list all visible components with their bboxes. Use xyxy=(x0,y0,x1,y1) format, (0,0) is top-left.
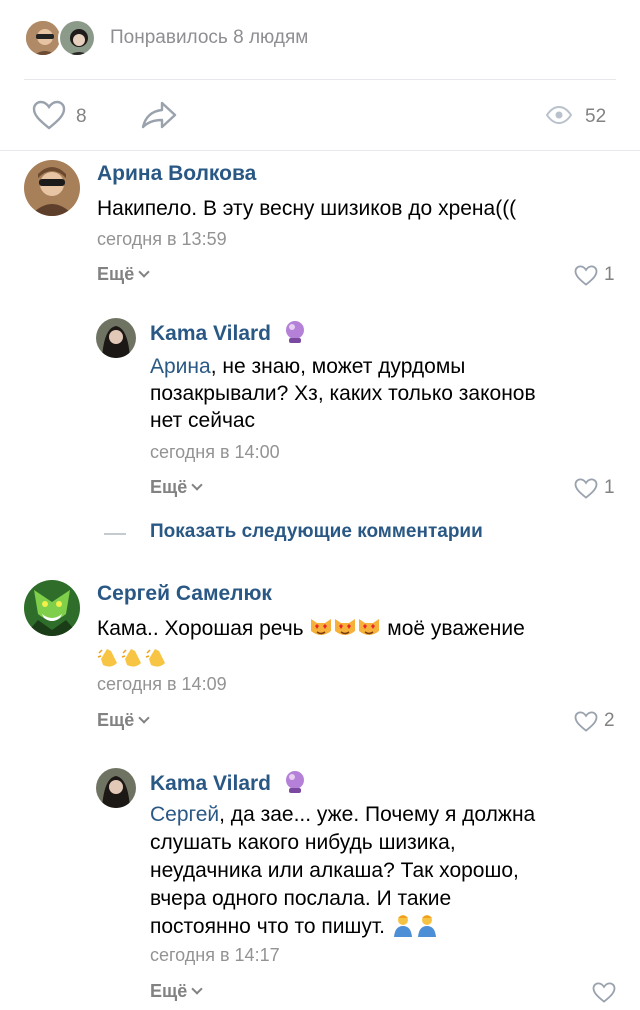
text-line: , не знаю, может дурдомы xyxy=(210,355,466,378)
text-part: Кама.. Хорошая речь xyxy=(97,617,310,640)
more-button[interactable]: Ещё xyxy=(97,264,150,285)
comment-like-button[interactable]: 1 xyxy=(574,264,615,286)
eye-icon xyxy=(545,105,573,129)
comment-text: Арина, не знаю, может дурдомы позакрывал… xyxy=(150,353,620,434)
comment-reply: Kama Vilard Сергей, да зае... уже. Почем… xyxy=(0,750,640,1010)
author-name: Kama Vilard xyxy=(150,772,272,795)
comment-like-button[interactable]: 1 xyxy=(574,477,615,499)
liker-avatar xyxy=(24,19,62,57)
heart-icon xyxy=(574,264,598,286)
heart-icon xyxy=(592,982,616,1003)
show-more-comments-link[interactable]: Показать следующие комментарии xyxy=(150,521,483,543)
comment-text: Накипело. В эту весну шизиков до хрена((… xyxy=(97,197,517,220)
heart-icon[interactable] xyxy=(32,100,66,135)
likes-summary[interactable]: Понравилось 8 людям xyxy=(0,0,640,80)
avatar[interactable] xyxy=(24,580,80,636)
chevron-down-icon xyxy=(191,983,203,995)
more-label: Ещё xyxy=(150,981,188,1001)
comment-author[interactable]: Kama Vilard xyxy=(150,770,307,796)
text-line: постоянно что то пишут. xyxy=(150,915,391,938)
views-count: 52 xyxy=(585,106,607,127)
crystal-ball-emoji xyxy=(285,771,304,793)
crystal-ball-emoji xyxy=(285,321,304,343)
comment-author[interactable]: Kama Vilard xyxy=(150,320,307,346)
more-label: Ещё xyxy=(97,264,135,284)
comment-text: Кама.. Хорошая речь моё уважение xyxy=(97,614,617,674)
text-line: , да зае... уже. Почему я должна xyxy=(219,803,536,826)
person-emoji xyxy=(417,915,436,937)
avatar[interactable] xyxy=(24,160,80,216)
share-icon[interactable] xyxy=(140,100,178,135)
heart-icon xyxy=(574,710,598,732)
text-line: вчера одного послала. И такие xyxy=(150,887,452,910)
text-line: слушать какого нибудь шизика, xyxy=(150,831,456,854)
text-line: неудачника или алкаша? Так хорошо, xyxy=(150,859,519,882)
more-label: Ещё xyxy=(150,477,188,497)
clapping-hands-emoji xyxy=(145,649,165,667)
comment-author[interactable]: Арина Волкова xyxy=(97,162,256,186)
chevron-down-icon xyxy=(138,266,150,278)
more-button[interactable]: Ещё xyxy=(97,710,150,731)
comment-item: Арина Волкова Накипело. В эту весну шизи… xyxy=(0,150,640,300)
avatar[interactable] xyxy=(96,318,136,358)
liker-avatar xyxy=(58,19,96,57)
comment-time: сегодня в 13:59 xyxy=(97,229,227,249)
more-button[interactable]: Ещё xyxy=(150,981,203,1002)
clapping-hands-emoji xyxy=(121,649,141,667)
heart-eyes-cat-emoji xyxy=(311,619,332,635)
more-button[interactable]: Ещё xyxy=(150,477,203,498)
comment-like-button[interactable]: 2 xyxy=(574,710,615,732)
comment-text: Сергей, да зае... уже. Почему я должна с… xyxy=(150,801,620,941)
show-more-line xyxy=(104,533,126,535)
text-part: моё уважение xyxy=(381,617,525,640)
chevron-down-icon xyxy=(191,479,203,491)
mention-link[interactable]: Сергей xyxy=(150,803,219,826)
comment-author[interactable]: Сергей Самелюк xyxy=(97,582,272,606)
heart-eyes-cat-emoji xyxy=(335,619,356,635)
more-label: Ещё xyxy=(97,710,135,730)
post-actions: 8 52 xyxy=(0,80,640,150)
person-emoji xyxy=(393,915,412,937)
like-count: 8 xyxy=(76,106,87,127)
comment-time: сегодня в 14:17 xyxy=(150,945,280,965)
author-name: Kama Vilard xyxy=(150,322,272,345)
comment-like-count: 1 xyxy=(604,264,615,285)
comment-like-count: 2 xyxy=(604,710,615,731)
comment-like-count: 1 xyxy=(604,477,615,498)
mention-link[interactable]: Арина xyxy=(150,355,211,378)
avatar[interactable] xyxy=(96,768,136,808)
text-line: позакрывали? Хз, каких только законов xyxy=(150,382,536,405)
clapping-hands-emoji xyxy=(97,649,117,667)
heart-icon xyxy=(574,477,598,499)
comment-item: Сергей Самелюк Кама.. Хорошая речь моё у… xyxy=(0,570,640,750)
comment-time: сегодня в 14:09 xyxy=(97,674,227,694)
heart-eyes-cat-emoji xyxy=(359,619,380,635)
comment-reply: Kama Vilard Арина, не знаю, может дурдом… xyxy=(0,300,640,510)
chevron-down-icon xyxy=(138,712,150,724)
likes-summary-text: Понравилось 8 людям xyxy=(110,27,309,48)
comment-time: сегодня в 14:00 xyxy=(150,442,280,462)
comment-like-button[interactable] xyxy=(592,982,616,1003)
text-line: нет сейчас xyxy=(150,409,256,432)
